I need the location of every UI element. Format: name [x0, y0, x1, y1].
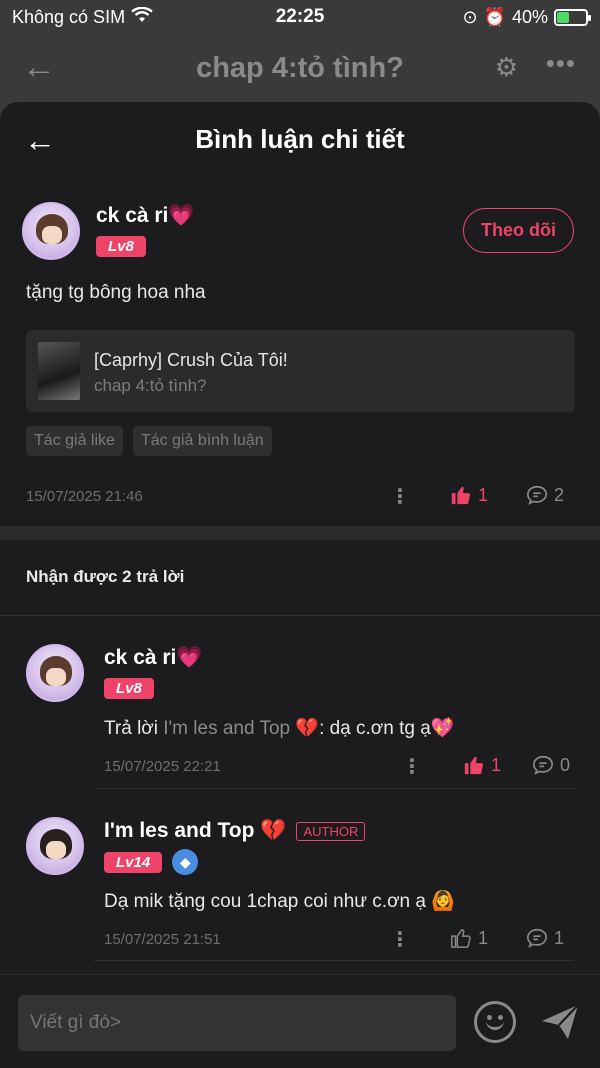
reply-count: 0	[560, 754, 571, 775]
like-button[interactable]: 1	[450, 484, 488, 506]
section-divider	[0, 526, 600, 540]
comment-date: 15/07/2025 21:46	[26, 488, 143, 505]
comment-bubble-icon	[533, 755, 553, 775]
comment-text: tặng tg bông hoa nha	[26, 282, 206, 303]
like-count: 1	[491, 754, 502, 775]
chapter-card-title: [Caprhy] Crush Của Tôi!	[94, 350, 288, 370]
like-count: 1	[478, 927, 489, 948]
comment-detail-sheet: ← Bình luận chi tiết ck cà ri💗 Lv8 Theo …	[0, 102, 600, 1068]
thumbs-up-icon	[451, 486, 471, 505]
replies-count-heading: Nhận được 2 trả lời	[26, 567, 185, 586]
tag-author-like: Tác giả like	[26, 426, 123, 456]
comment-bubble-icon	[527, 928, 547, 948]
chapter-header: ← chap 4:tỏ tình? ⚙ •••	[0, 34, 600, 102]
reply-count: 1	[554, 927, 565, 948]
send-icon[interactable]	[538, 999, 582, 1043]
comment-meta: 15/07/2025 21:46 ⋮ 1 2	[26, 484, 576, 510]
kebab-menu-icon[interactable]: ⋮	[390, 927, 410, 952]
level-badge: Lv8	[104, 678, 154, 699]
username[interactable]: ck cà ri💗	[96, 204, 195, 228]
username[interactable]: ck cà ri💗	[104, 646, 203, 670]
chapter-card[interactable]: [Caprhy] Crush Của Tôi! chap 4:tỏ tình?	[26, 330, 575, 412]
like-button[interactable]: 1	[463, 754, 501, 776]
comment-composer	[0, 974, 600, 1068]
chapter-card-subtitle: chap 4:tỏ tình?	[94, 376, 207, 395]
level-badge: Lv14	[104, 851, 163, 873]
divider	[94, 960, 574, 961]
reply-date: 15/07/2025 21:51	[104, 931, 221, 948]
reply-count-button[interactable]: 1	[526, 927, 564, 949]
vip-diamond-icon: ◆	[172, 849, 199, 875]
reply-prefix: Trả lời	[104, 718, 164, 739]
battery-icon	[554, 8, 591, 26]
reply-text: Dạ mik tặng cou 1chap coi như c.ơn ạ 🙆	[104, 891, 455, 912]
follow-button[interactable]: Theo dõi	[463, 208, 574, 253]
level-badge: Lv8	[96, 236, 146, 257]
clock: 22:25	[275, 6, 325, 27]
kebab-menu-icon[interactable]: ⋮	[402, 754, 422, 779]
thumbs-up-icon	[464, 756, 484, 775]
author-badge: AUTHOR	[296, 821, 366, 841]
tag-author-comment: Tác giả bình luận	[132, 426, 272, 456]
reply-count-button[interactable]: 0	[532, 754, 570, 776]
kebab-menu-icon[interactable]: ⋮	[390, 484, 410, 509]
comment-input[interactable]	[18, 995, 456, 1051]
status-bar: Không có SIM 22:25 ⊙ ⏰ 40%	[0, 0, 600, 34]
emoji-icon[interactable]	[474, 1001, 516, 1043]
divider	[0, 615, 600, 616]
mention-link[interactable]: I'm les and Top 💔	[163, 718, 319, 739]
username[interactable]: I'm les and Top 💔 AUTHOR	[104, 819, 366, 843]
thumbs-up-icon	[451, 929, 471, 948]
gear-icon[interactable]: ⚙	[495, 52, 518, 83]
reply-body: : dạ c.ơn tg ạ💖	[319, 718, 455, 739]
divider	[94, 788, 574, 789]
chapter-thumbnail	[38, 342, 80, 400]
avatar[interactable]	[26, 817, 84, 875]
comment-tags: Tác giả like Tác giả bình luận	[26, 426, 272, 456]
reply-date: 15/07/2025 22:21	[104, 758, 221, 775]
avatar[interactable]	[26, 644, 84, 702]
like-button[interactable]: 1	[450, 927, 488, 949]
reply-text: Trả lời I'm les and Top 💔: dạ c.ơn tg ạ💖	[104, 716, 454, 740]
comment-bubble-icon	[527, 485, 547, 505]
reply-count: 2	[554, 484, 565, 505]
sheet-title: Bình luận chi tiết	[195, 124, 405, 154]
avatar[interactable]	[22, 202, 80, 260]
more-icon[interactable]: •••	[546, 48, 576, 79]
reply-count-button[interactable]: 2	[526, 484, 564, 506]
like-count: 1	[478, 484, 489, 505]
sheet-header: ← Bình luận chi tiết	[0, 102, 600, 180]
